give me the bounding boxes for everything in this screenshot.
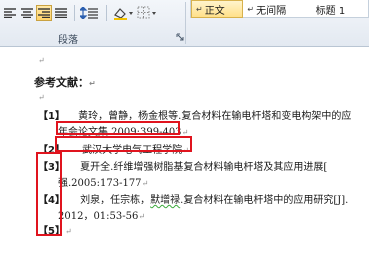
document-page[interactable]: ↵ 参考文献：↵ ↵ 【1】 黄玲，曾静，杨金根等.复合材料在输电杆塔和变电构架… — [0, 47, 369, 254]
spelling-error-text[interactable]: 默增禄 — [150, 195, 180, 206]
paragraph-mark-icon: ↵ — [89, 79, 96, 88]
paragraph-mark-icon: ↵ — [38, 56, 45, 65]
align-right-icon[interactable] — [36, 5, 52, 21]
empty-paragraph: ↵ — [38, 92, 45, 103]
toolbar-separator — [106, 5, 107, 21]
reference-text: 强.2005:173-177 — [58, 178, 142, 189]
paragraph-mark-icon: ↵ — [38, 93, 45, 102]
paragraph-mark-icon: ↵ — [64, 227, 72, 236]
paragraph-mark-icon: ↵ — [141, 179, 149, 188]
toolbar-separator — [74, 5, 75, 21]
align-center-icon[interactable] — [19, 5, 35, 21]
align-left-icon[interactable] — [2, 5, 18, 21]
paragraph-mark-icon: ↵ — [138, 212, 146, 221]
ribbon-divider — [185, 2, 186, 44]
style-no-spacing-label: 无间隔 — [256, 5, 287, 17]
style-heading1-label: 标题 1 — [315, 5, 346, 17]
reference-text: 2012，01:53-56 — [58, 211, 139, 222]
ribbon: 段落 ↵ 正文 ↵ 无间隔 标题 1 — [0, 0, 369, 47]
line-spacing-icon[interactable] — [79, 5, 101, 21]
dialog-launcher-icon[interactable] — [176, 33, 184, 41]
references-heading: 参考文献：↵ — [34, 76, 96, 89]
paragraph-toolbar — [2, 4, 159, 22]
highlight-box-ref2 — [55, 136, 192, 152]
paragraph-group-label: 段落 — [58, 35, 78, 46]
style-normal[interactable]: ↵ 正文 — [191, 0, 244, 18]
justify-icon[interactable] — [53, 5, 69, 21]
highlight-box-ref-numbers — [36, 152, 62, 236]
reference-text: .复合材料在输电杆塔中的应用研究[J]. — [180, 195, 349, 206]
reference-1: 【1】 黄玲，曾静，杨金根等.复合材料在输电杆塔和变电构架中的应 — [38, 107, 351, 122]
style-heading1[interactable]: 标题 1 — [306, 0, 368, 18]
style-no-spacing[interactable]: ↵ 无间隔 — [243, 0, 305, 18]
paragraph-mark-icon: ↵ — [247, 4, 254, 14]
reference-text: 刘泉，任宗栋， — [80, 195, 151, 206]
borders-icon[interactable] — [136, 5, 158, 21]
highlight-box-ref1-year — [56, 121, 180, 135]
reference-4: 【4】 刘泉，任宗栋，默增禄.复合材料在输电杆塔中的应用研究[J]. — [38, 191, 348, 206]
empty-paragraph: ↵ — [38, 55, 45, 66]
reference-3: 【3】 夏开全.纤维增强树脂基复合材料输电杆塔及其应用进展[ — [38, 158, 327, 173]
shading-icon[interactable] — [111, 5, 135, 21]
reference-4-cont: 2012，01:53-56↵ — [58, 207, 145, 222]
paragraph-mark-icon: ↵ — [196, 4, 203, 14]
reference-text: 夏开全.纤维增强树脂基复合材料输电杆塔及其应用进展[ — [80, 162, 328, 173]
styles-gallery: ↵ 正文 ↵ 无间隔 标题 1 — [190, 0, 369, 18]
reference-3-cont: 强.2005:173-177↵ — [58, 174, 148, 189]
style-normal-label: 正文 — [204, 5, 225, 17]
